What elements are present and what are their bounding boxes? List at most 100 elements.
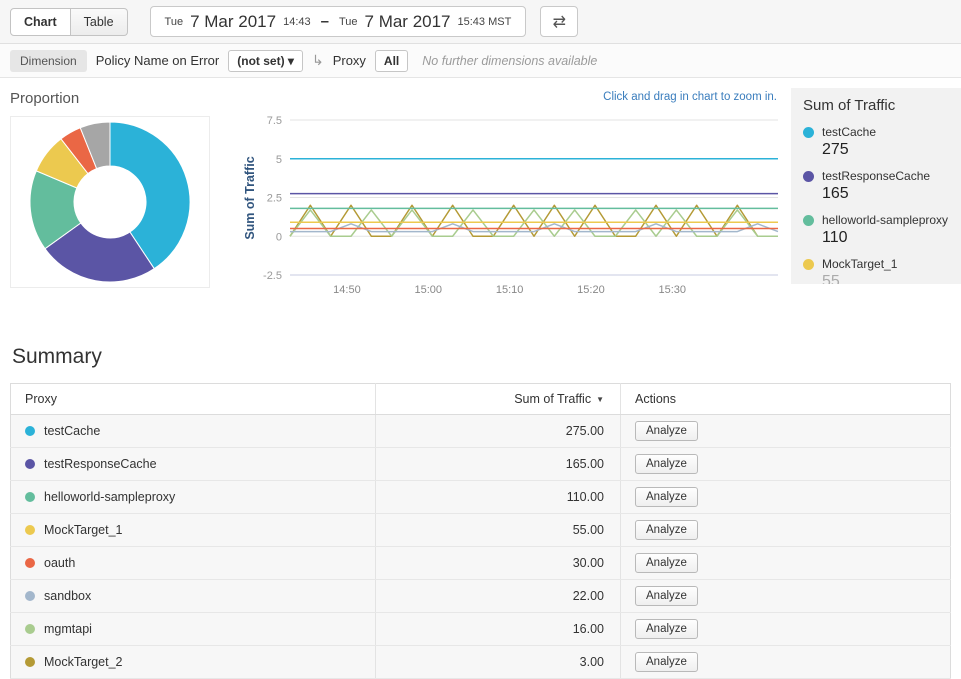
chart-tab-button[interactable]: Chart xyxy=(10,8,71,36)
proxy-name: helloworld-sampleproxy xyxy=(44,490,175,504)
dimension-value-dropdown[interactable]: (not set) ▾ xyxy=(228,50,303,72)
table-row: sandbox 22.00 Analyze xyxy=(11,580,951,613)
legend-color-dot xyxy=(803,215,814,226)
dimension-bar: Dimension Policy Name on Error (not set)… xyxy=(0,44,961,78)
x-tick-label: 15:10 xyxy=(496,284,524,296)
legend-series-value: 165 xyxy=(822,185,949,203)
traffic-value: 30.00 xyxy=(376,547,621,580)
subdirectory-arrow-icon: ↳ xyxy=(312,52,324,69)
traffic-value: 3.00 xyxy=(376,646,621,679)
line-chart-svg[interactable]: -2.502.557.514:5015:0015:1015:2015:30Sum… xyxy=(242,110,788,298)
y-tick-label: 7.5 xyxy=(267,115,282,127)
series-color-dot xyxy=(25,657,35,667)
analyze-button[interactable]: Analyze xyxy=(635,619,698,639)
table-row: testResponseCache 165.00 Analyze xyxy=(11,448,951,481)
column-header-proxy[interactable]: Proxy xyxy=(11,384,376,415)
series-color-dot xyxy=(25,558,35,568)
table-row: MockTarget_1 55.00 Analyze xyxy=(11,514,951,547)
y-tick-label: 0 xyxy=(276,231,282,243)
legend-series-name: testResponseCache xyxy=(822,169,930,183)
proxy-name: sandbox xyxy=(44,589,91,603)
analyze-button[interactable]: Analyze xyxy=(635,652,698,672)
dimension-label: Dimension xyxy=(10,50,87,72)
analyze-button[interactable]: Analyze xyxy=(635,454,698,474)
analyze-button[interactable]: Analyze xyxy=(635,421,698,441)
analyze-button[interactable]: Analyze xyxy=(635,487,698,507)
analyze-button[interactable]: Analyze xyxy=(635,553,698,573)
series-color-dot xyxy=(25,591,35,601)
y-tick-label: -2.5 xyxy=(263,270,282,282)
start-date: 7 Mar 2017 xyxy=(190,12,276,32)
legend-series-value: 55 xyxy=(822,273,949,284)
table-tab-button[interactable]: Table xyxy=(71,8,128,36)
chevron-down-icon: ▾ xyxy=(288,54,294,68)
proportion-title: Proportion xyxy=(10,90,218,107)
y-tick-label: 2.5 xyxy=(267,193,282,205)
secondary-dimension-name: Proxy xyxy=(333,53,366,68)
traffic-value: 16.00 xyxy=(376,613,621,646)
start-time: 14:43 xyxy=(283,16,311,28)
table-row: MockTarget_2 3.00 Analyze xyxy=(11,646,951,679)
series-color-dot xyxy=(25,459,35,469)
dimension-value: (not set) xyxy=(237,54,284,68)
proportion-donut[interactable] xyxy=(12,118,208,286)
x-tick-label: 15:00 xyxy=(415,284,443,296)
proxy-name: MockTarget_1 xyxy=(44,523,123,537)
table-header-row: Proxy Sum of Traffic▼ Actions xyxy=(11,384,951,415)
refresh-icon: ⇄ xyxy=(553,12,566,32)
legend-color-dot xyxy=(803,259,814,270)
view-toggle: Chart Table xyxy=(10,8,128,36)
legend-item[interactable]: testCache 275 xyxy=(791,121,961,165)
legend-series-name: MockTarget_1 xyxy=(822,257,897,271)
legend-color-dot xyxy=(803,127,814,138)
proxy-filter-button[interactable]: All xyxy=(375,50,408,72)
date-range-picker[interactable]: Tue 7 Mar 2017 14:43 – Tue 7 Mar 2017 15… xyxy=(150,6,527,37)
series-color-dot xyxy=(25,525,35,535)
column-header-actions: Actions xyxy=(621,384,951,415)
refresh-button[interactable]: ⇄ xyxy=(540,6,578,37)
legend-color-dot xyxy=(803,171,814,182)
legend-series-value: 110 xyxy=(822,229,949,247)
top-toolbar: Chart Table Tue 7 Mar 2017 14:43 – Tue 7… xyxy=(0,0,961,44)
summary-section: Summary Proxy Sum of Traffic▼ Actions te… xyxy=(0,345,961,679)
legend-item[interactable]: helloworld-sampleproxy 110 xyxy=(791,209,961,253)
proxy-name: MockTarget_2 xyxy=(44,655,123,669)
column-header-traffic[interactable]: Sum of Traffic▼ xyxy=(376,384,621,415)
series-color-dot xyxy=(25,624,35,634)
legend-series-value: 275 xyxy=(822,141,949,159)
analyze-button[interactable]: Analyze xyxy=(635,586,698,606)
table-row: helloworld-sampleproxy 110.00 Analyze xyxy=(11,481,951,514)
date-range-separator: – xyxy=(321,13,329,30)
proxy-name: oauth xyxy=(44,556,75,570)
zoom-hint: Click and drag in chart to zoom in. xyxy=(603,91,777,103)
end-day: Tue xyxy=(339,16,358,28)
x-tick-label: 15:30 xyxy=(659,284,687,296)
legend-series-name: testCache xyxy=(822,125,876,139)
end-time: 15:43 MST xyxy=(458,16,512,28)
end-date: 7 Mar 2017 xyxy=(365,12,451,32)
sort-descending-icon: ▼ xyxy=(596,395,604,404)
legend-panel: Sum of Traffic testCache 275 testRespons… xyxy=(791,88,961,284)
legend-title: Sum of Traffic xyxy=(791,88,961,121)
legend-item[interactable]: MockTarget_1 55 xyxy=(791,253,961,284)
summary-title: Summary xyxy=(12,345,951,369)
series-color-dot xyxy=(25,426,35,436)
proportion-panel: Proportion xyxy=(10,88,218,303)
traffic-value: 22.00 xyxy=(376,580,621,613)
proxy-name: testCache xyxy=(44,424,100,438)
timeseries-panel: Click and drag in chart to zoom in. -2.5… xyxy=(218,88,791,303)
table-row: testCache 275.00 Analyze xyxy=(11,415,951,448)
traffic-value: 55.00 xyxy=(376,514,621,547)
summary-table: Proxy Sum of Traffic▼ Actions testCache … xyxy=(10,383,951,679)
x-tick-label: 14:50 xyxy=(333,284,361,296)
y-axis-label: Sum of Traffic xyxy=(243,156,257,239)
start-day: Tue xyxy=(165,16,184,28)
analyze-button[interactable]: Analyze xyxy=(635,520,698,540)
legend-series-name: helloworld-sampleproxy xyxy=(822,213,948,227)
dimension-name: Policy Name on Error xyxy=(96,53,220,68)
table-row: oauth 30.00 Analyze xyxy=(11,547,951,580)
traffic-value: 275.00 xyxy=(376,415,621,448)
proxy-name: mgmtapi xyxy=(44,622,92,636)
legend-item[interactable]: testResponseCache 165 xyxy=(791,165,961,209)
donut-chart-container xyxy=(10,116,210,288)
